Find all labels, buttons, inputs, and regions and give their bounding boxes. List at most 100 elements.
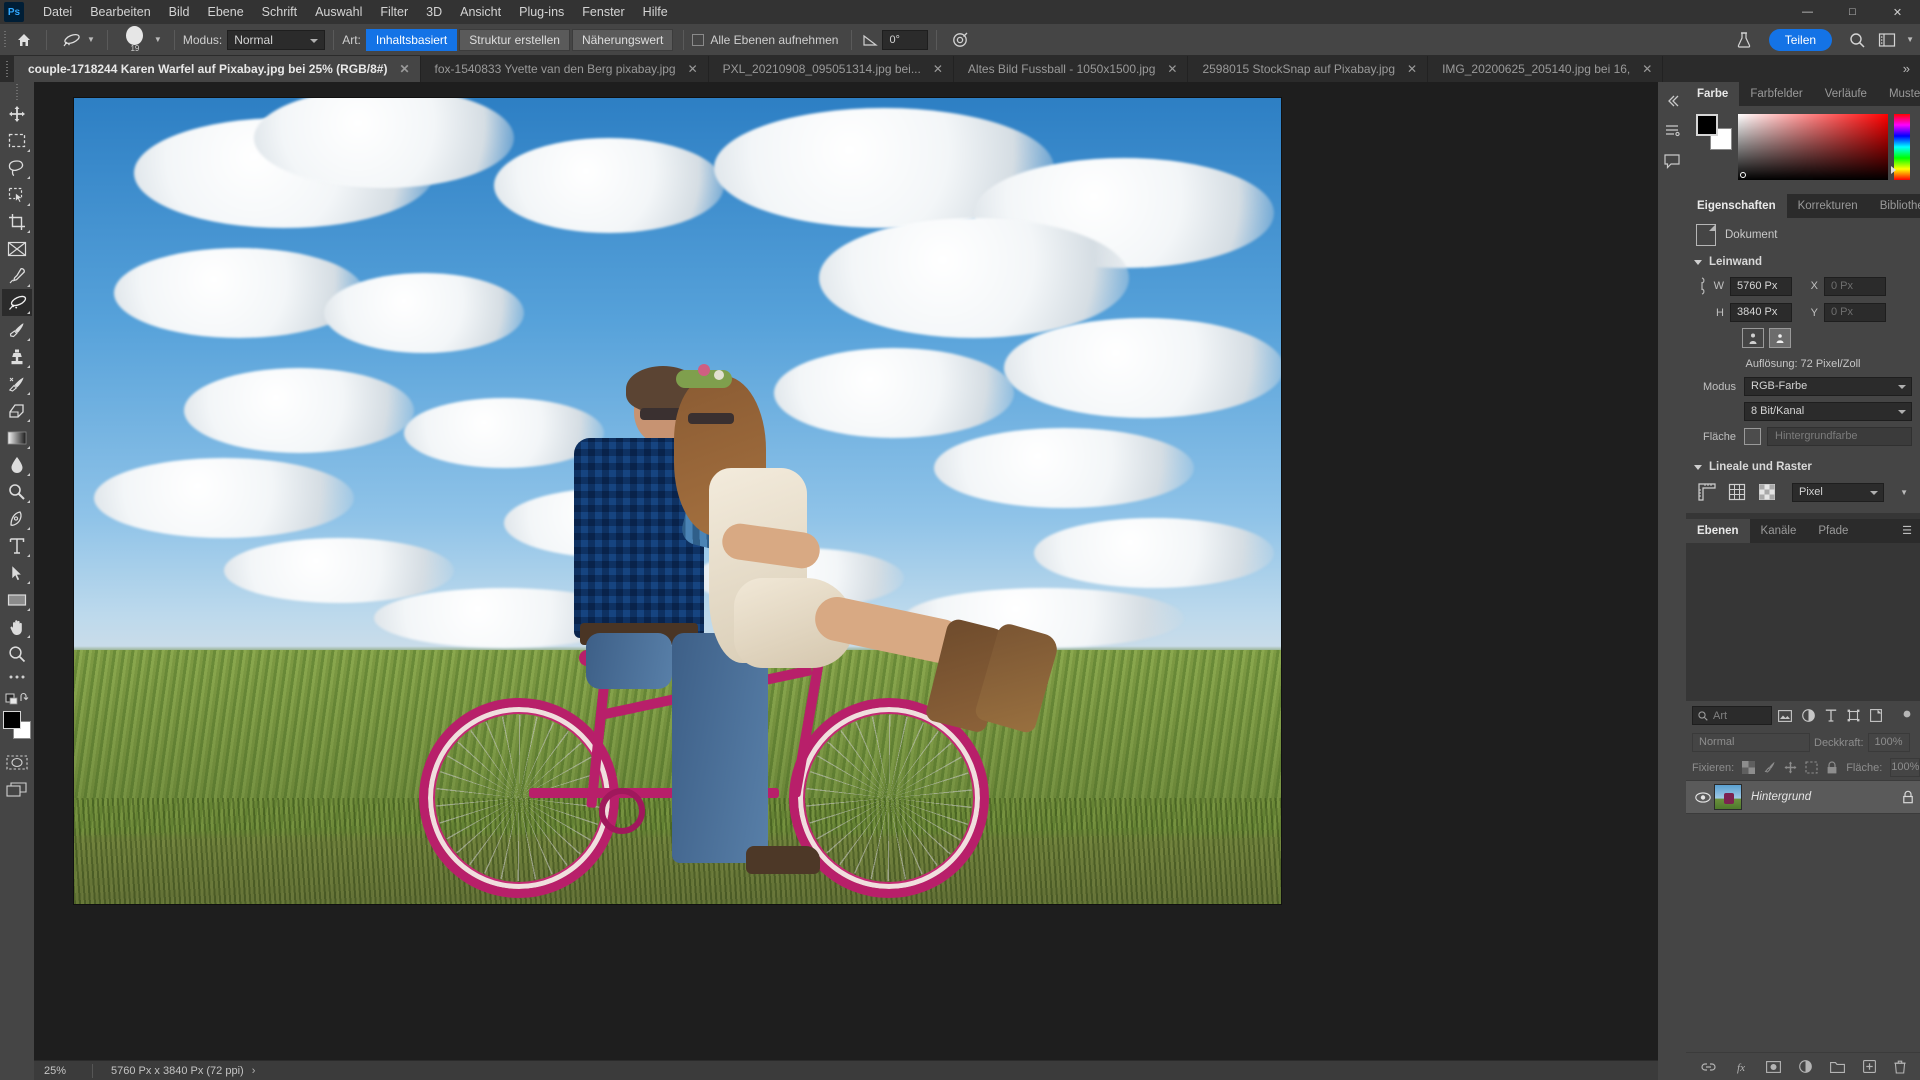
toolbar-grip[interactable] <box>12 86 22 100</box>
x-input[interactable]: 0 Px <box>1824 276 1886 296</box>
tool-preset-picker[interactable]: ▼ <box>55 24 99 56</box>
layer-row[interactable]: Hintergrund <box>1686 780 1920 814</box>
menu-datei[interactable]: Datei <box>34 0 81 24</box>
type-tool[interactable] <box>2 532 32 559</box>
minimize-button[interactable]: — <box>1785 0 1830 24</box>
menu-fenster[interactable]: Fenster <box>573 0 633 24</box>
share-button[interactable]: Teilen <box>1768 28 1833 51</box>
close-button[interactable]: ✕ <box>1875 0 1920 24</box>
lock-position-icon[interactable] <box>1784 761 1797 774</box>
panel-menu-icon[interactable]: ☰ <box>1894 519 1920 543</box>
menu-bearbeiten[interactable]: Bearbeiten <box>81 0 159 24</box>
color-mode-select[interactable]: RGB-Farbe <box>1744 377 1912 396</box>
portrait-orientation-button[interactable] <box>1742 328 1764 348</box>
layer-blend-mode-select[interactable]: Normal <box>1692 733 1810 752</box>
lock-transparency-icon[interactable] <box>1742 761 1756 774</box>
quick-mask-icon[interactable] <box>2 749 32 776</box>
new-group-icon[interactable] <box>1829 1061 1845 1073</box>
tab-eigenschaften[interactable]: Eigenschaften <box>1686 194 1787 218</box>
screen-mode-icon[interactable] <box>2 776 32 803</box>
menu-ebene[interactable]: Ebene <box>199 0 253 24</box>
home-icon[interactable] <box>10 26 38 54</box>
object-selection-tool[interactable] <box>2 181 32 208</box>
type-filter-icon[interactable] <box>1825 709 1837 722</box>
frame-tool[interactable] <box>2 235 32 262</box>
image-canvas[interactable] <box>74 98 1281 904</box>
document-tab[interactable]: IMG_20200625_205140.jpg bei 16, ✕ <box>1428 56 1664 82</box>
color-swatches[interactable] <box>2 711 32 741</box>
document-canvas-area[interactable] <box>34 82 1658 1060</box>
layer-name[interactable]: Hintergrund <box>1751 791 1902 803</box>
chevron-down-icon[interactable]: ▼ <box>154 35 162 44</box>
default-colors-icon[interactable] <box>2 687 32 709</box>
zoom-level[interactable]: 25% <box>34 1065 92 1077</box>
adjustment-filter-icon[interactable] <box>1802 709 1815 722</box>
fill-value-field[interactable]: Hintergrundfarbe <box>1767 427 1912 446</box>
width-input[interactable]: 5760 Px <box>1730 276 1792 296</box>
menu-hilfe[interactable]: Hilfe <box>634 0 677 24</box>
eyedropper-tool[interactable] <box>2 262 32 289</box>
clone-stamp-tool[interactable] <box>2 343 32 370</box>
type-naeherungswert-button[interactable]: Näherungswert <box>571 28 674 51</box>
angle-control[interactable]: 0° <box>860 29 929 50</box>
canvas-section-header[interactable]: Leinwand <box>1686 252 1920 272</box>
path-selection-tool[interactable] <box>2 559 32 586</box>
menu-schrift[interactable]: Schrift <box>253 0 306 24</box>
close-icon[interactable]: ✕ <box>399 62 409 76</box>
lock-all-icon[interactable] <box>1826 761 1838 774</box>
hue-knob[interactable] <box>1891 166 1897 174</box>
tab-muster[interactable]: Muster <box>1877 82 1920 106</box>
smart-object-filter-icon[interactable] <box>1870 709 1882 722</box>
flask-icon[interactable] <box>1729 26 1759 54</box>
pen-tool[interactable] <box>2 505 32 532</box>
close-icon[interactable]: ✕ <box>933 62 943 76</box>
tab-ebenen[interactable]: Ebenen <box>1686 519 1750 543</box>
crop-tool[interactable] <box>2 208 32 235</box>
hand-tool[interactable] <box>2 613 32 640</box>
history-rail-icon[interactable] <box>1660 118 1684 144</box>
shape-filter-icon[interactable] <box>1847 709 1860 722</box>
tab-farbfelder[interactable]: Farbfelder <box>1739 82 1814 106</box>
document-tab[interactable]: fox-1540833 Yvette van den Berg pixabay.… <box>420 56 709 82</box>
foreground-color-swatch[interactable] <box>1696 114 1718 136</box>
chevron-down-icon[interactable]: ▼ <box>1900 488 1908 497</box>
units-select[interactable]: Pixel <box>1792 482 1884 502</box>
menu-filter[interactable]: Filter <box>371 0 417 24</box>
link-layers-icon[interactable] <box>1700 1061 1716 1073</box>
close-icon[interactable]: ✕ <box>1642 62 1652 76</box>
y-input[interactable]: 0 Px <box>1824 303 1886 322</box>
blend-mode-select[interactable]: Normal <box>227 29 326 50</box>
edit-toolbar-button[interactable] <box>2 667 32 687</box>
document-tab[interactable]: couple-1718244 Karen Warfel auf Pixabay.… <box>14 56 421 82</box>
comments-rail-icon[interactable] <box>1660 148 1684 174</box>
chevron-down-icon[interactable]: ▼ <box>1906 35 1914 44</box>
tab-pfade[interactable]: Pfade <box>1807 519 1860 543</box>
fill-color-swatch[interactable] <box>1744 428 1761 445</box>
tab-bar-grip[interactable] <box>0 56 14 82</box>
foreground-color-swatch[interactable] <box>3 711 21 729</box>
tab-bibliotheken[interactable]: Bibliotheken <box>1868 194 1920 218</box>
fill-value[interactable]: 100% <box>1890 758 1920 777</box>
lock-image-icon[interactable] <box>1763 761 1776 774</box>
rectangular-marquee-tool[interactable] <box>2 127 32 154</box>
menu-ansicht[interactable]: Ansicht <box>451 0 510 24</box>
angle-input[interactable]: 0° <box>882 29 929 50</box>
ruler-icon[interactable] <box>1694 481 1720 503</box>
layer-mask-icon[interactable] <box>1765 1060 1781 1073</box>
type-struktur-erstellen-button[interactable]: Struktur erstellen <box>459 28 570 51</box>
color-panel-swatches[interactable] <box>1696 114 1732 150</box>
document-tab[interactable]: 2598015 StockSnap auf Pixabay.jpg ✕ <box>1188 56 1429 82</box>
tab-farbe[interactable]: Farbe <box>1686 82 1740 106</box>
eraser-tool[interactable] <box>2 397 32 424</box>
rectangle-tool[interactable] <box>2 586 32 613</box>
layer-styles-icon[interactable]: fx <box>1734 1060 1748 1074</box>
tab-kanaele[interactable]: Kanäle <box>1749 519 1808 543</box>
document-tab[interactable]: PXL_20210908_095051314.jpg bei... ✕ <box>708 56 954 82</box>
dodge-tool[interactable] <box>2 478 32 505</box>
lock-icon[interactable] <box>1902 790 1914 804</box>
document-tab[interactable]: Altes Bild Fussball - 1050x1500.jpg ✕ <box>953 56 1189 82</box>
pressure-icon[interactable] <box>945 26 975 54</box>
transparency-grid-icon[interactable] <box>1754 481 1780 503</box>
expand-panels-icon[interactable] <box>1660 88 1684 114</box>
tab-overflow-button[interactable]: » <box>1893 56 1920 82</box>
